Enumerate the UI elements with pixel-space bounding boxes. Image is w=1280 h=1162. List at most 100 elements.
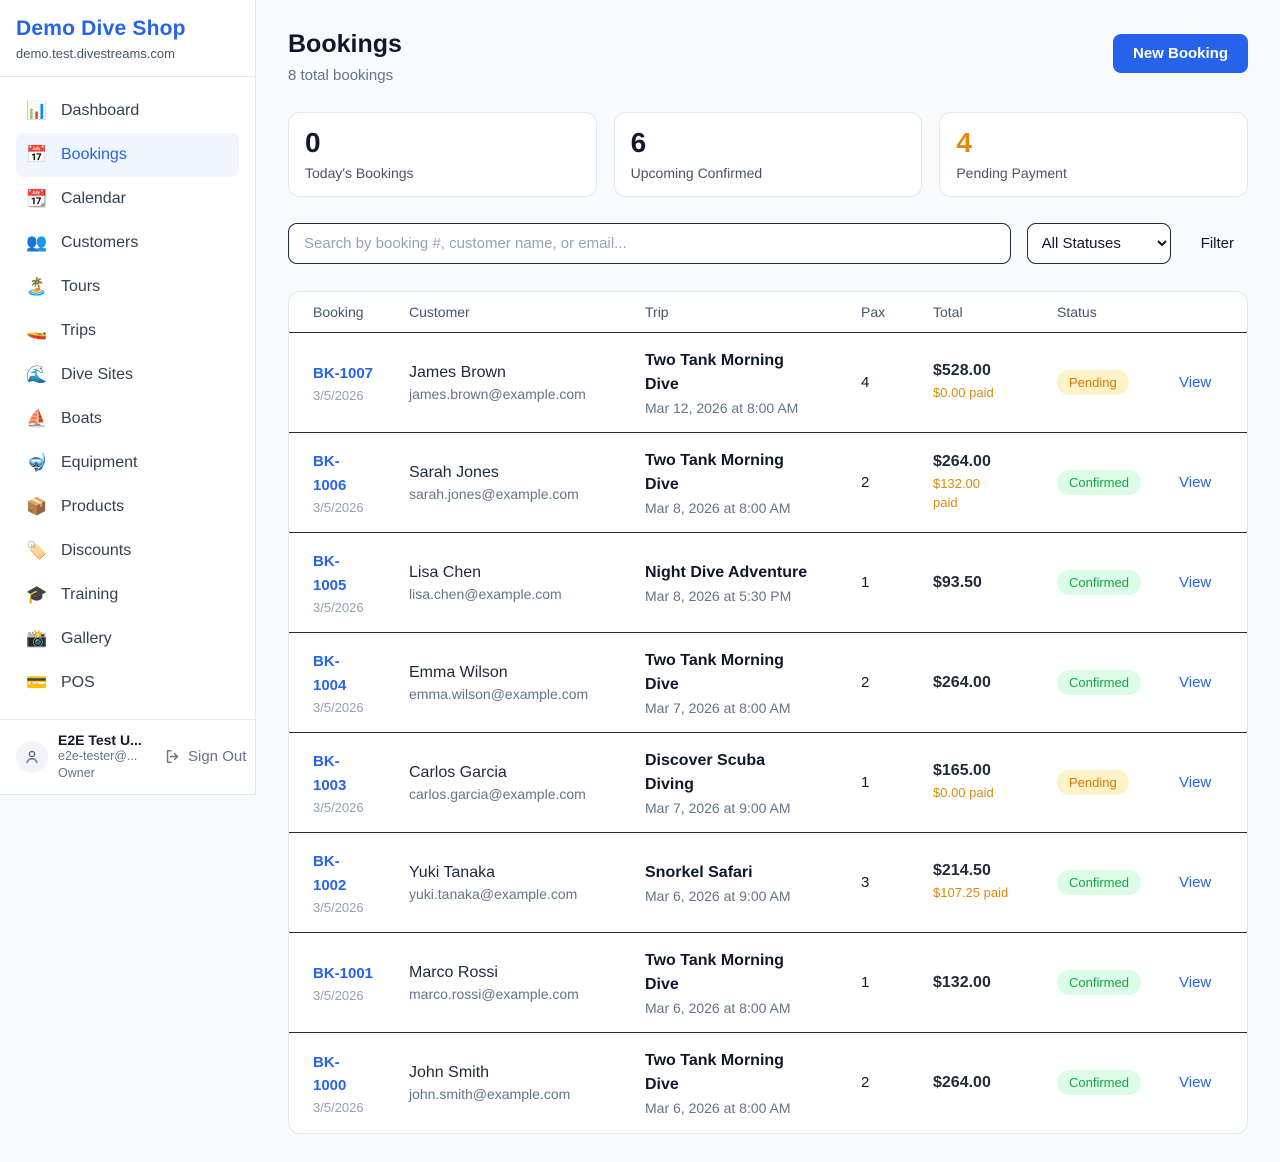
trip-datetime: Mar 7, 2026 at 8:00 AM xyxy=(645,700,845,716)
pos-icon: 💳 xyxy=(26,673,48,693)
status-badge: Confirmed xyxy=(1057,1070,1141,1095)
products-icon: 📦 xyxy=(26,497,48,517)
equipment-icon: 🤿 xyxy=(26,453,48,473)
stats-row: 0 Today's Bookings 6 Upcoming Confirmed … xyxy=(288,112,1248,197)
customer-name: Sarah Jones xyxy=(409,464,629,482)
sidebar-item-label: Customers xyxy=(61,234,138,252)
table-row: BK- 1003 3/5/2026 Carlos Garcia carlos.g… xyxy=(289,733,1247,833)
sidebar-item-bookings[interactable]: 📅 Bookings xyxy=(16,133,239,177)
booking-ref-link[interactable]: BK- 1006 xyxy=(313,450,346,497)
view-link[interactable]: View xyxy=(1179,674,1211,691)
trip-datetime: Mar 6, 2026 at 8:00 AM xyxy=(645,1100,845,1116)
training-icon: 🎓 xyxy=(26,585,48,605)
view-link[interactable]: View xyxy=(1179,874,1211,891)
total-amount: $165.00 xyxy=(933,762,1041,780)
trip-name: Two Tank Morning Dive xyxy=(645,1049,845,1097)
sidebar-item-gallery[interactable]: 📸 Gallery xyxy=(16,617,239,661)
status-filter-select[interactable]: All Statuses xyxy=(1027,223,1171,264)
sidebar-item-label: Dive Sites xyxy=(61,366,133,384)
sidebar-item-products[interactable]: 📦 Products xyxy=(16,485,239,529)
sidebar-item-label: Boats xyxy=(61,410,102,428)
booking-date: 3/5/2026 xyxy=(313,600,393,615)
pax-count: 2 xyxy=(861,1074,869,1091)
column-header: Booking xyxy=(289,292,401,333)
customer-email: marco.rossi@example.com xyxy=(409,986,629,1002)
stat-label: Upcoming Confirmed xyxy=(631,165,906,181)
view-link[interactable]: View xyxy=(1179,374,1211,391)
column-header: Status xyxy=(1049,292,1171,333)
status-badge: Confirmed xyxy=(1057,870,1141,895)
booking-date: 3/5/2026 xyxy=(313,900,393,915)
sidebar-item-calendar[interactable]: 📆 Calendar xyxy=(16,177,239,221)
pax-count: 3 xyxy=(861,874,869,891)
booking-ref-link[interactable]: BK- 1004 xyxy=(313,650,346,697)
trip-name: Snorkel Safari xyxy=(645,861,845,885)
new-booking-button[interactable]: New Booking xyxy=(1113,34,1248,73)
sidebar-item-training[interactable]: 🎓 Training xyxy=(16,573,239,617)
sidebar-item-label: Products xyxy=(61,498,124,516)
bookings-table: BookingCustomerTripPaxTotalStatus BK-100… xyxy=(289,292,1247,1133)
stat-card: 4 Pending Payment xyxy=(939,112,1248,197)
view-link[interactable]: View xyxy=(1179,774,1211,791)
booking-ref-link[interactable]: BK- 1005 xyxy=(313,550,346,597)
view-link[interactable]: View xyxy=(1179,474,1211,491)
search-input[interactable] xyxy=(288,223,1011,264)
customer-email: james.brown@example.com xyxy=(409,386,629,402)
sidebar-item-equipment[interactable]: 🤿 Equipment xyxy=(16,441,239,485)
pax-count: 1 xyxy=(861,574,869,591)
sign-out-button[interactable]: Sign Out xyxy=(164,748,246,765)
total-amount: $264.00 xyxy=(933,453,1041,471)
status-badge: Confirmed xyxy=(1057,570,1141,595)
customer-name: Lisa Chen xyxy=(409,564,629,582)
status-badge: Confirmed xyxy=(1057,670,1141,695)
customer-name: James Brown xyxy=(409,364,629,382)
discounts-icon: 🏷️ xyxy=(26,541,48,561)
sidebar-item-pos[interactable]: 💳 POS xyxy=(16,661,239,705)
status-badge: Pending xyxy=(1057,370,1129,395)
trip-name: Night Dive Adventure xyxy=(645,561,845,585)
stat-card: 0 Today's Bookings xyxy=(288,112,597,197)
sidebar-item-tours[interactable]: 🏝️ Tours xyxy=(16,265,239,309)
dashboard-icon: 📊 xyxy=(26,101,48,121)
main-content: Bookings 8 total bookings New Booking 0 … xyxy=(256,0,1280,1162)
sidebar-item-trips[interactable]: 🚤 Trips xyxy=(16,309,239,353)
table-header-row: BookingCustomerTripPaxTotalStatus xyxy=(289,292,1247,333)
page-title: Bookings xyxy=(288,30,402,59)
user-icon xyxy=(23,748,41,766)
sidebar-item-discounts[interactable]: 🏷️ Discounts xyxy=(16,529,239,573)
customer-email: sarah.jones@example.com xyxy=(409,486,629,502)
sidebar-item-customers[interactable]: 👥 Customers xyxy=(16,221,239,265)
avatar xyxy=(16,741,48,773)
view-link[interactable]: View xyxy=(1179,574,1211,591)
trip-datetime: Mar 8, 2026 at 8:00 AM xyxy=(645,500,845,516)
sidebar-item-boats[interactable]: ⛵ Boats xyxy=(16,397,239,441)
booking-date: 3/5/2026 xyxy=(313,388,393,403)
customers-icon: 👥 xyxy=(26,233,48,253)
controls-row: All Statuses Filter xyxy=(288,223,1248,264)
booking-ref-link[interactable]: BK- 1003 xyxy=(313,750,346,797)
booking-ref-link[interactable]: BK-1001 xyxy=(313,962,373,985)
pax-count: 4 xyxy=(861,374,869,391)
column-header: Total xyxy=(925,292,1049,333)
booking-ref-link[interactable]: BK- 1000 xyxy=(313,1051,346,1098)
sign-out-icon xyxy=(164,748,181,765)
booking-ref-link[interactable]: BK-1007 xyxy=(313,362,373,385)
sidebar-item-dashboard[interactable]: 📊 Dashboard xyxy=(16,89,239,133)
sidebar-item-label: Gallery xyxy=(61,630,112,648)
booking-date: 3/5/2026 xyxy=(313,700,393,715)
table-row: BK- 1000 3/5/2026 John Smith john.smith@… xyxy=(289,1033,1247,1133)
stat-label: Today's Bookings xyxy=(305,165,580,181)
view-link[interactable]: View xyxy=(1179,974,1211,991)
paid-amount: $0.00 paid xyxy=(933,384,1041,403)
customer-email: carlos.garcia@example.com xyxy=(409,786,629,802)
sidebar-item-dive-sites[interactable]: 🌊 Dive Sites xyxy=(16,353,239,397)
filter-button[interactable]: Filter xyxy=(1187,235,1248,252)
view-link[interactable]: View xyxy=(1179,1074,1211,1091)
sidebar-item-label: Training xyxy=(61,586,118,604)
booking-ref-link[interactable]: BK- 1002 xyxy=(313,850,346,897)
trip-name: Two Tank Morning Dive xyxy=(645,349,845,397)
total-amount: $132.00 xyxy=(933,974,1041,992)
trips-icon: 🚤 xyxy=(26,321,48,341)
sidebar-item-label: Dashboard xyxy=(61,102,139,120)
sign-out-label: Sign Out xyxy=(188,748,246,765)
